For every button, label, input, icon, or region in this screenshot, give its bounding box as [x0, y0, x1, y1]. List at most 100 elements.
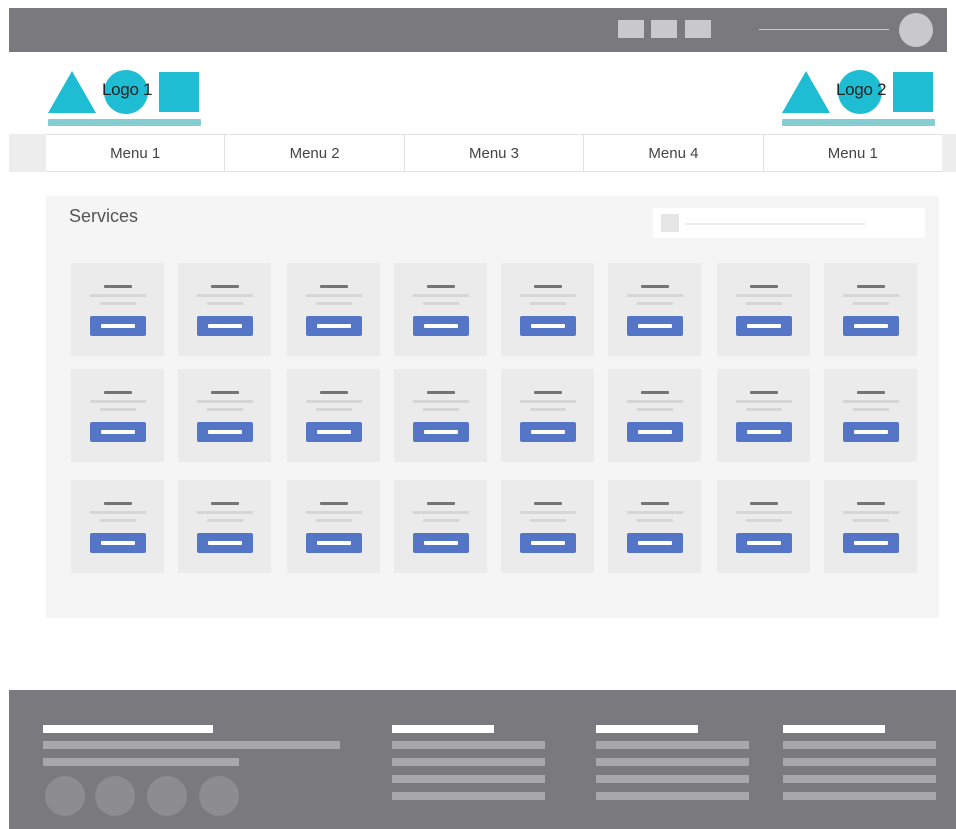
- service-card[interactable]: [71, 369, 164, 462]
- footer-link[interactable]: [783, 758, 936, 766]
- toolbar-placeholder-2[interactable]: [651, 20, 677, 38]
- service-card[interactable]: [501, 263, 594, 356]
- card-text-placeholder: [637, 519, 673, 522]
- card-button[interactable]: [627, 422, 683, 442]
- footer-link[interactable]: [392, 792, 545, 800]
- service-card[interactable]: [824, 480, 917, 573]
- card-button[interactable]: [90, 422, 146, 442]
- card-button[interactable]: [306, 316, 362, 336]
- card-text-placeholder: [207, 408, 243, 411]
- footer-link[interactable]: [392, 741, 545, 749]
- card-text-placeholder: [627, 294, 683, 297]
- service-card[interactable]: [287, 263, 380, 356]
- card-title-placeholder: [320, 285, 348, 288]
- service-card[interactable]: [394, 369, 487, 462]
- card-button[interactable]: [627, 533, 683, 553]
- service-card[interactable]: [287, 369, 380, 462]
- social-icon-4[interactable]: [199, 776, 239, 816]
- footer-link[interactable]: [783, 792, 936, 800]
- search-input[interactable]: [653, 208, 925, 238]
- footer-link[interactable]: [783, 775, 936, 783]
- card-button[interactable]: [736, 533, 792, 553]
- card-button[interactable]: [306, 533, 362, 553]
- logo-2[interactable]: Logo 2: [782, 68, 937, 130]
- service-card[interactable]: [394, 263, 487, 356]
- card-title-placeholder: [427, 391, 455, 394]
- service-card[interactable]: [717, 480, 810, 573]
- service-card[interactable]: [71, 263, 164, 356]
- card-text-placeholder: [530, 519, 566, 522]
- service-card[interactable]: [501, 480, 594, 573]
- footer-link[interactable]: [596, 758, 749, 766]
- card-button[interactable]: [413, 316, 469, 336]
- social-icon-1[interactable]: [45, 776, 85, 816]
- card-button[interactable]: [197, 422, 253, 442]
- card-button[interactable]: [736, 422, 792, 442]
- card-button[interactable]: [736, 316, 792, 336]
- card-button[interactable]: [843, 316, 899, 336]
- card-text-placeholder: [520, 294, 576, 297]
- menu-item-4[interactable]: Menu 4: [584, 135, 764, 171]
- footer-text-line: [43, 741, 340, 749]
- card-title-placeholder: [750, 502, 778, 505]
- card-text-placeholder: [530, 408, 566, 411]
- card-button[interactable]: [413, 533, 469, 553]
- footer-link[interactable]: [596, 741, 749, 749]
- service-card[interactable]: [608, 263, 701, 356]
- toolbar-placeholder-1[interactable]: [618, 20, 644, 38]
- footer-link[interactable]: [783, 741, 936, 749]
- service-card[interactable]: [178, 480, 271, 573]
- card-text-placeholder: [520, 511, 576, 514]
- toolbar-placeholder-3[interactable]: [685, 20, 711, 38]
- card-text-placeholder: [413, 294, 469, 297]
- menu-item-2[interactable]: Menu 2: [225, 135, 405, 171]
- service-card[interactable]: [178, 369, 271, 462]
- card-button[interactable]: [90, 316, 146, 336]
- card-text-placeholder: [853, 408, 889, 411]
- footer-link[interactable]: [596, 775, 749, 783]
- card-button[interactable]: [197, 316, 253, 336]
- card-button[interactable]: [843, 533, 899, 553]
- square-shape: [159, 72, 199, 112]
- card-button[interactable]: [306, 422, 362, 442]
- card-button[interactable]: [520, 422, 576, 442]
- social-icon-3[interactable]: [147, 776, 187, 816]
- card-title-placeholder: [320, 391, 348, 394]
- logo-1[interactable]: Logo 1: [48, 68, 203, 130]
- service-card[interactable]: [608, 369, 701, 462]
- card-text-placeholder: [316, 408, 352, 411]
- card-button[interactable]: [520, 316, 576, 336]
- card-button[interactable]: [413, 422, 469, 442]
- social-icon-2[interactable]: [95, 776, 135, 816]
- service-card[interactable]: [287, 480, 380, 573]
- card-button[interactable]: [520, 533, 576, 553]
- service-card[interactable]: [824, 369, 917, 462]
- card-text-placeholder: [197, 294, 253, 297]
- service-card[interactable]: [394, 480, 487, 573]
- service-card[interactable]: [717, 369, 810, 462]
- service-card[interactable]: [608, 480, 701, 573]
- footer-link[interactable]: [392, 775, 545, 783]
- card-text-placeholder: [627, 511, 683, 514]
- service-card[interactable]: [178, 263, 271, 356]
- service-card[interactable]: [501, 369, 594, 462]
- card-text-placeholder: [853, 302, 889, 305]
- card-text-placeholder: [316, 519, 352, 522]
- menu-item-3[interactable]: Menu 3: [405, 135, 585, 171]
- service-card[interactable]: [824, 263, 917, 356]
- card-title-placeholder: [320, 502, 348, 505]
- card-button[interactable]: [627, 316, 683, 336]
- card-text-placeholder: [413, 511, 469, 514]
- menu-item-1[interactable]: Menu 1: [46, 135, 226, 171]
- menu-item-5[interactable]: Menu 1: [764, 135, 942, 171]
- card-title-placeholder: [641, 285, 669, 288]
- avatar[interactable]: [899, 13, 933, 47]
- card-button[interactable]: [197, 533, 253, 553]
- footer-link[interactable]: [596, 792, 749, 800]
- service-card[interactable]: [717, 263, 810, 356]
- footer-link[interactable]: [392, 758, 545, 766]
- service-card[interactable]: [71, 480, 164, 573]
- card-button[interactable]: [843, 422, 899, 442]
- logo-2-underline: [782, 119, 935, 126]
- card-button[interactable]: [90, 533, 146, 553]
